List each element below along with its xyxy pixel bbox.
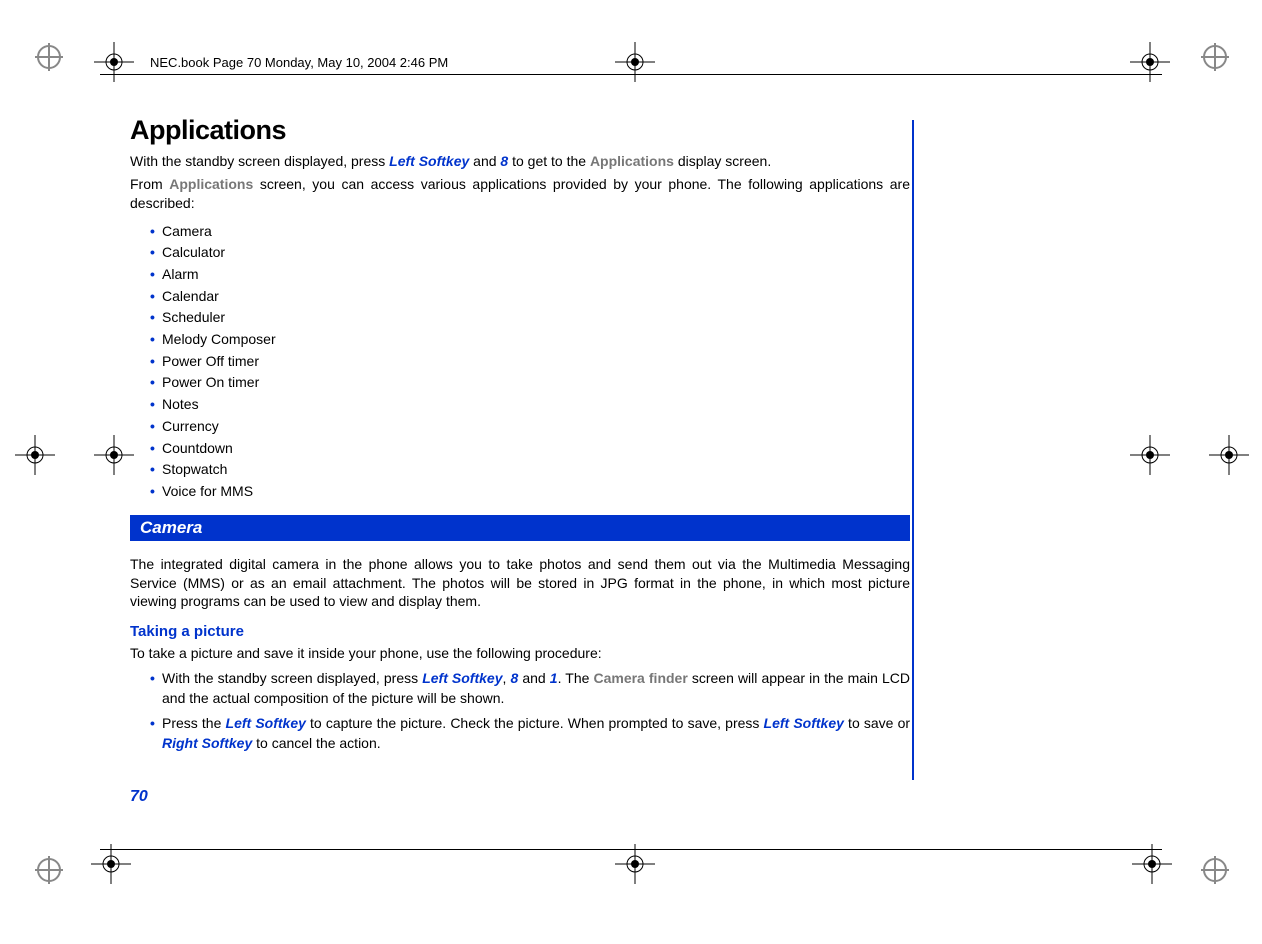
content-area: Applications With the standby screen dis… (130, 115, 910, 760)
list-item: Calendar (150, 286, 910, 308)
list-item: Power Off timer (150, 351, 910, 373)
list-item: Currency (150, 416, 910, 438)
list-item: Countdown (150, 438, 910, 460)
key-reference: Left Softkey (389, 153, 469, 169)
list-item: Scheduler (150, 307, 910, 329)
section-header-camera: Camera (130, 515, 910, 541)
crop-line (100, 849, 1162, 850)
registration-mark-icon (1130, 42, 1170, 82)
registration-mark-icon (91, 844, 131, 884)
key-reference: 1 (550, 670, 558, 686)
key-reference: Right Softkey (162, 735, 252, 751)
list-item: Calculator (150, 242, 910, 264)
registration-mark-icon (615, 42, 655, 82)
key-reference: Left Softkey (422, 670, 502, 686)
list-item: Press the Left Softkey to capture the pi… (150, 714, 910, 753)
list-item: Alarm (150, 264, 910, 286)
screen-reference: Applications (169, 176, 253, 192)
list-item: Notes (150, 394, 910, 416)
screen-reference: Applications (590, 153, 674, 169)
screen-reference: Camera finder (593, 670, 687, 686)
crop-mark-icon (35, 43, 63, 71)
registration-mark-icon (615, 844, 655, 884)
applications-list: Camera Calculator Alarm Calendar Schedul… (150, 221, 910, 503)
key-reference: Left Softkey (226, 715, 306, 731)
page-number: 70 (130, 788, 148, 806)
camera-description: The integrated digital camera in the pho… (130, 555, 910, 612)
procedure-list: With the standby screen displayed, press… (150, 669, 910, 753)
taking-picture-intro: To take a picture and save it inside you… (130, 644, 910, 663)
crop-mark-icon (1201, 43, 1229, 71)
registration-mark-icon (94, 435, 134, 475)
key-reference: Left Softkey (764, 715, 844, 731)
crop-mark-icon (35, 856, 63, 884)
intro-paragraph-1: With the standby screen displayed, press… (130, 152, 910, 171)
registration-mark-icon (94, 42, 134, 82)
content-border (912, 120, 914, 780)
list-item: Stopwatch (150, 459, 910, 481)
crop-line (100, 74, 1162, 75)
registration-mark-icon (1130, 435, 1170, 475)
list-item: Power On timer (150, 372, 910, 394)
crop-mark-icon (1201, 856, 1229, 884)
list-item: With the standby screen displayed, press… (150, 669, 910, 708)
list-item: Voice for MMS (150, 481, 910, 503)
page-title: Applications (130, 115, 910, 146)
list-item: Camera (150, 221, 910, 243)
registration-mark-icon (1132, 844, 1172, 884)
registration-mark-icon (1209, 435, 1249, 475)
intro-paragraph-2: From Applications screen, you can access… (130, 175, 910, 213)
page-header: NEC.book Page 70 Monday, May 10, 2004 2:… (150, 55, 448, 70)
sub-heading-taking-picture: Taking a picture (130, 623, 910, 640)
registration-mark-icon (15, 435, 55, 475)
list-item: Melody Composer (150, 329, 910, 351)
